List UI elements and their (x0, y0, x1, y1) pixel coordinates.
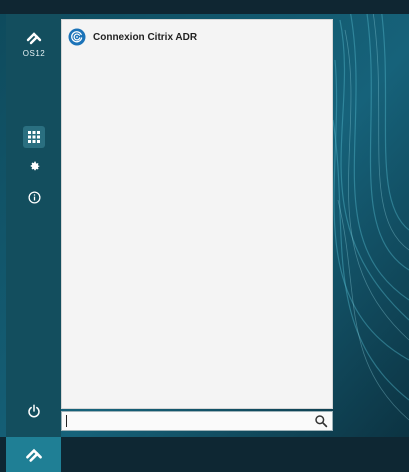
desktop-screen: OS12 Connexion Citrix ADR (0, 0, 409, 472)
app-item-citrix[interactable]: Connexion Citrix ADR (68, 26, 197, 48)
info-button[interactable] (23, 186, 45, 208)
brand-logo-text: OS12 (22, 49, 46, 58)
gear-icon (30, 161, 39, 170)
os12-logo-icon (26, 32, 42, 45)
search-icon[interactable] (314, 414, 328, 428)
citrix-app-icon (68, 28, 86, 46)
settings-button[interactable] (23, 155, 45, 177)
taskbar (0, 437, 409, 472)
top-bar (0, 0, 409, 14)
app-item-label: Connexion Citrix ADR (93, 31, 198, 43)
apps-button[interactable] (23, 126, 45, 148)
search-input[interactable] (62, 413, 314, 429)
power-button[interactable] (23, 400, 45, 422)
text-caret (66, 415, 67, 427)
left-rail: OS12 (6, 14, 61, 437)
start-menu-panel: Connexion Citrix ADR (61, 19, 333, 409)
os12-logo-icon (25, 448, 42, 462)
brand-logo: OS12 (19, 28, 49, 68)
grid-icon (28, 131, 40, 143)
info-icon (27, 190, 41, 204)
start-button[interactable] (6, 437, 61, 472)
search-box (61, 411, 333, 431)
power-icon (28, 404, 40, 418)
